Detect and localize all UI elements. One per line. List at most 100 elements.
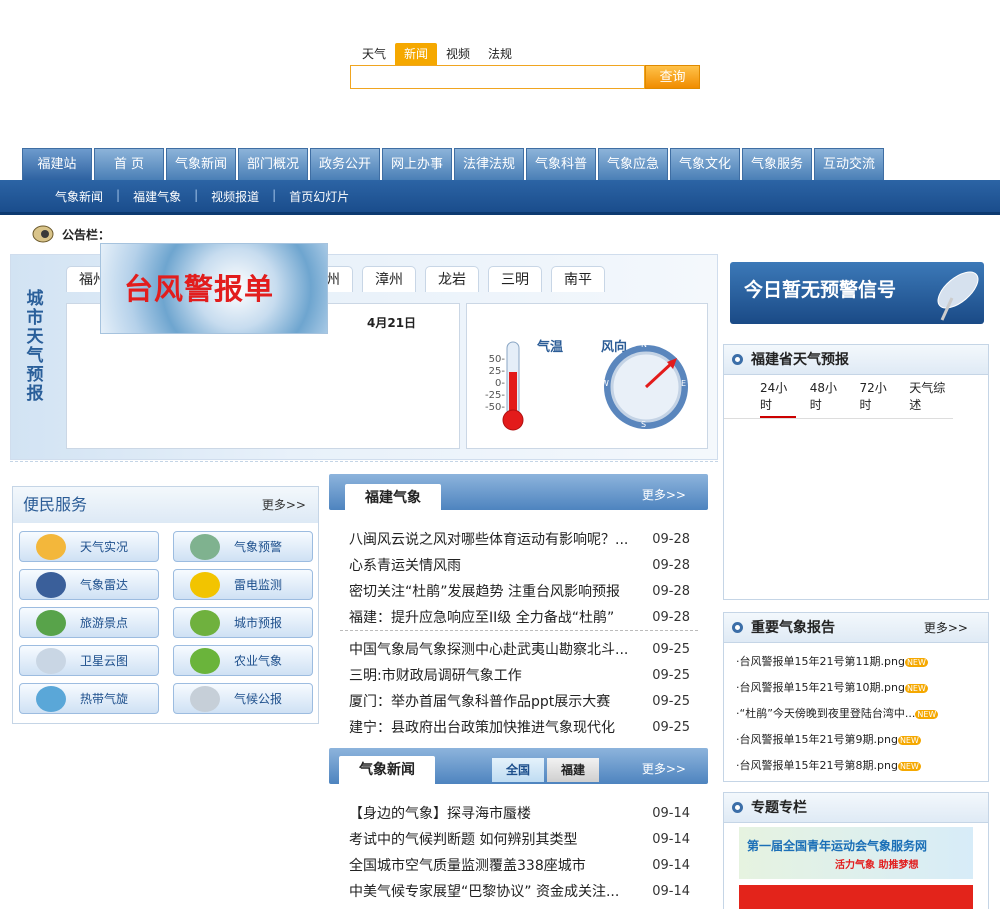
nav-department[interactable]: 部门概况 <box>238 148 308 180</box>
report-item[interactable]: ·台风警报单15年21号第11期.png NEW <box>736 649 988 675</box>
speaker-icon <box>32 225 54 243</box>
report-item[interactable]: ·台风警报单15年21号第9期.png NEW <box>736 727 988 753</box>
subnav-fujian-weather[interactable]: 福建气象 <box>133 188 181 205</box>
nav-culture[interactable]: 气象文化 <box>670 148 740 180</box>
nav-home[interactable]: 首 页 <box>94 148 164 180</box>
list-item[interactable]: 心系青运关情风雨 09-28 <box>349 552 690 578</box>
subnav-slides[interactable]: 首页幻灯片 <box>289 188 349 205</box>
forecast-tab-48h[interactable]: 48小时 <box>810 379 846 418</box>
new-badge: NEW <box>904 658 928 667</box>
search-input[interactable] <box>350 65 645 89</box>
nav-online-service[interactable]: 网上办事 <box>382 148 452 180</box>
separator: | <box>116 188 121 202</box>
weather-news-more-link[interactable]: 更多>> <box>642 760 686 777</box>
service-city-forecast[interactable]: 城市预报 <box>173 607 313 638</box>
list-item[interactable]: 密切关注“杜鹃”发展趋势 注重台风影响预报 09-28 <box>349 578 690 604</box>
fujian-weather-header: 福建气象 更多>> <box>329 474 708 512</box>
services-panel: 便民服务 更多>> 天气实况 气象预警 气象雷达 雷电监测 旅游景点 城市预报 卫… <box>12 486 319 724</box>
city-tab-zhangzhou[interactable]: 漳州 <box>362 266 416 292</box>
satellite-dish-icon <box>937 271 979 321</box>
list-item[interactable]: 全国城市空气质量监测覆盖338座城市 09-14 <box>349 852 690 878</box>
list-item[interactable]: 中美气候专家展望“巴黎协议” 资金成关注... 09-14 <box>349 878 690 904</box>
fujian-weather-tab[interactable]: 福建气象 <box>345 484 441 512</box>
list-item[interactable]: 福建：提升应急响应至II级 全力备战“杜鹃” 09-28 <box>349 604 690 630</box>
reports-list: ·台风警报单15年21号第11期.png NEW ·台风警报单15年21号第10期… <box>724 643 988 779</box>
gauge-panel: 气温 风向 50- 25- 0- -25- -50- N E S W <box>466 303 708 449</box>
main-nav: 福建站 首 页 气象新闻 部门概况 政务公开 网上办事 法律法规 气象科普 气象… <box>22 148 884 180</box>
list-item[interactable]: 厦门：举办首届气象科普作品ppt展示大赛 09-25 <box>349 688 690 714</box>
bullet-icon <box>732 622 743 633</box>
service-cyclone[interactable]: 热带气旋 <box>19 683 159 714</box>
notice-bar: 公告栏： <box>30 224 110 244</box>
fujian-weather-more-link[interactable]: 更多>> <box>642 486 686 503</box>
thermometer-icon <box>502 341 524 431</box>
city-tab-sanming[interactable]: 三明 <box>488 266 542 292</box>
news-tab-national[interactable]: 全国 <box>492 758 545 782</box>
service-lightning[interactable]: 雷电监测 <box>173 569 313 600</box>
service-climate-bulletin[interactable]: 气候公报 <box>173 683 313 714</box>
reports-more-link[interactable]: 更多>> <box>924 613 968 643</box>
nav-fujian-station[interactable]: 福建站 <box>22 148 92 180</box>
city-icon <box>190 609 220 636</box>
list-item[interactable]: 【身边的气象】探寻海市蜃楼 09-14 <box>349 800 690 826</box>
service-agriculture[interactable]: 农业气象 <box>173 645 313 676</box>
city-tab-longyan[interactable]: 龙岩 <box>425 266 479 292</box>
search-tabs: 天气 新闻 视频 法规 <box>353 43 521 65</box>
search-tab-weather[interactable]: 天气 <box>353 43 395 65</box>
compass-icon <box>604 345 688 429</box>
nav-laws[interactable]: 法律法规 <box>454 148 524 180</box>
bullet-icon <box>732 354 743 365</box>
news-tab-fujian[interactable]: 福建 <box>547 758 600 782</box>
report-item[interactable]: ·“杜鹃”今天傍晚到夜里登陆台湾中... NEW <box>736 701 988 727</box>
nav-weather-news[interactable]: 气象新闻 <box>166 148 236 180</box>
services-more-link[interactable]: 更多>> <box>262 487 306 523</box>
forecast-tab-summary[interactable]: 天气综述 <box>909 379 953 418</box>
subnav-video[interactable]: 视频报道 <box>211 188 259 205</box>
reports-title: 重要气象报告 <box>751 619 835 636</box>
service-tourism[interactable]: 旅游景点 <box>19 607 159 638</box>
nav-emergency[interactable]: 气象应急 <box>598 148 668 180</box>
notice-label: 公告栏： <box>62 227 111 242</box>
special-banner-2[interactable] <box>739 885 973 909</box>
service-satellite[interactable]: 卫星云图 <box>19 645 159 676</box>
nav-science[interactable]: 气象科普 <box>526 148 596 180</box>
report-item[interactable]: ·台风警报单15年21号第10期.png NEW <box>736 675 988 701</box>
city-tab-nanping[interactable]: 南平 <box>551 266 605 292</box>
list-item[interactable]: 建宁：县政府出台政策加快推进气象现代化 09-25 <box>349 714 690 740</box>
search-tab-law[interactable]: 法规 <box>479 43 521 65</box>
separator: | <box>272 188 277 202</box>
nav-interact[interactable]: 互动交流 <box>814 148 884 180</box>
compass-e: E <box>681 379 687 388</box>
forecast-box: 福建省天气预报 24小时 48小时 72小时 天气综述 <box>723 344 989 600</box>
compass-s: S <box>641 420 647 429</box>
forecast-date: 4月21日 <box>367 316 417 330</box>
subnav-weather-news[interactable]: 气象新闻 <box>55 188 103 205</box>
report-item[interactable]: ·台风警报单15年21号第8期.png NEW <box>736 753 988 779</box>
warning-banner: 今日暂无预警信号 <box>730 262 984 324</box>
special-banner-youth-games[interactable]: 第一届全国青年运动会气象服务网 活力气象 助推梦想 <box>739 827 973 879</box>
nav-service[interactable]: 气象服务 <box>742 148 812 180</box>
list-item[interactable]: 八闽风云说之风对哪些体育运动有影响呢？... 09-28 <box>349 526 690 552</box>
service-warning[interactable]: 气象预警 <box>173 531 313 562</box>
weather-news-list: 【身边的气象】探寻海市蜃楼 09-14 考试中的气候判断题 如何辨别其类型 09-1… <box>349 800 690 904</box>
list-item[interactable]: 考试中的气候判断题 如何辨别其类型 09-14 <box>349 826 690 852</box>
search-button[interactable]: 查询 <box>645 65 700 89</box>
search-tab-news[interactable]: 新闻 <box>395 43 438 65</box>
forecast-tab-72h[interactable]: 72小时 <box>860 379 896 418</box>
banner-subtitle: 活力气象 助推梦想 <box>835 860 919 871</box>
list-item[interactable]: 三明:市财政局调研气象工作 09-25 <box>349 662 690 688</box>
service-radar[interactable]: 气象雷达 <box>19 569 159 600</box>
forecast-title: 福建省天气预报 <box>751 351 849 368</box>
forecast-tab-24h[interactable]: 24小时 <box>760 379 796 418</box>
nav-gov-affairs[interactable]: 政务公开 <box>310 148 380 180</box>
weather-news-tab[interactable]: 气象新闻 <box>339 756 435 784</box>
services-grid: 天气实况 气象预警 气象雷达 雷电监测 旅游景点 城市预报 卫星云图 农业气象 … <box>19 531 313 714</box>
new-badge: NEW <box>915 710 939 719</box>
temp-label: 气温 <box>537 340 564 355</box>
fujian-weather-list-1: 八闽风云说之风对哪些体育运动有影响呢？... 09-28 心系青运关情风雨 09-2… <box>349 526 690 630</box>
city-weather-title: 城市天气预报 <box>26 289 44 404</box>
service-weather-live[interactable]: 天气实况 <box>19 531 159 562</box>
reports-box: 重要气象报告 更多>> ·台风警报单15年21号第11期.png NEW ·台风警报… <box>723 612 989 782</box>
list-item[interactable]: 中国气象局气象探测中心赴武夷山勘察北斗... 09-25 <box>349 636 690 662</box>
search-tab-video[interactable]: 视频 <box>437 43 479 65</box>
